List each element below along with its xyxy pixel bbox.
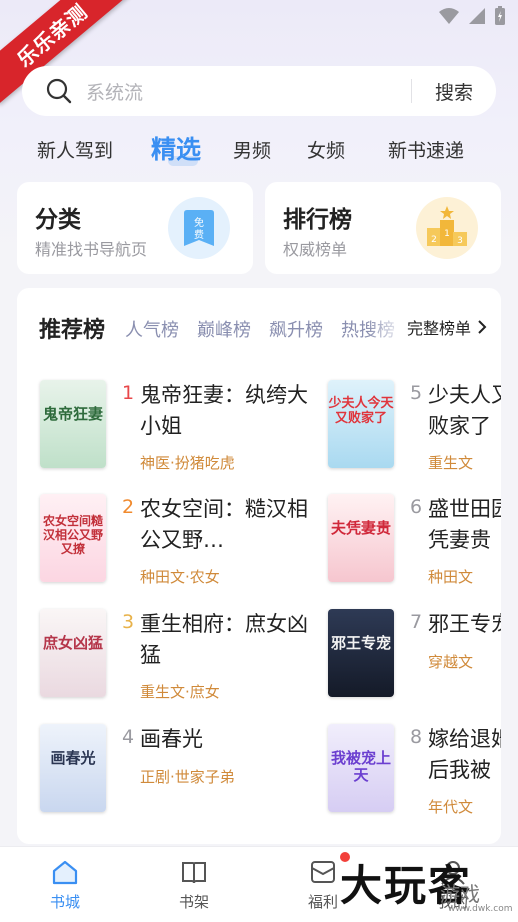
rank-number: 3 (122, 611, 135, 633)
book-title: 盛世田园凭妻贵 (428, 497, 501, 552)
book-item[interactable]: 少夫人今天又败家了 5 少夫人又败家了 重生文 (328, 380, 501, 472)
gift-icon (311, 861, 335, 883)
nav-bookstore[interactable]: 书城 (35, 857, 95, 912)
channel-tabs: 新人驾到 精选 男频 女频 新书速递 (0, 128, 518, 172)
ranking-panel: 推荐榜 人气榜 巅峰榜 飙升榜 热搜榜 完整榜单 鬼帝狂妻 1 鬼帝狂妻：纨绔大… (17, 288, 501, 844)
book-tag: 穿越文 (428, 653, 474, 671)
signal-icon (469, 8, 485, 24)
full-list-link[interactable]: 完整榜单 (401, 310, 501, 344)
book-tag: 正剧·世家子弟 (140, 768, 235, 786)
tab-featured[interactable]: 精选 (151, 130, 201, 166)
ranking-card[interactable]: 排行榜 权威榜单 2 1 3 (265, 182, 501, 274)
watermark-sub: 游戏 (440, 882, 480, 906)
book-title: 嫁给退婚后我被 (428, 727, 501, 782)
book-item[interactable]: 邪王专宠 7 邪王专宠 穿越文 (328, 609, 501, 701)
battery-icon (495, 6, 505, 25)
category-card[interactable]: 分类 精准找书导航页 免 费 (17, 182, 253, 274)
nav-bookstore-label: 书城 (49, 893, 80, 911)
free-book-icon: 免 费 (168, 197, 230, 259)
nav-bookshelf[interactable]: 书架 (164, 857, 224, 912)
rank-tab-popular[interactable]: 人气榜 (125, 316, 179, 342)
chevron-right-icon (478, 320, 487, 334)
category-title: 分类 (35, 207, 81, 233)
rank-number: 5 (410, 382, 423, 404)
ranking-title: 排行榜 (283, 207, 352, 233)
search-icon (46, 78, 72, 104)
ranking-panel-title: 推荐榜 (39, 318, 106, 343)
rank-number: 6 (410, 496, 423, 518)
rank-number: 4 (122, 726, 135, 748)
rank-number: 2 (122, 496, 135, 518)
cover-title: 农女空间糙汉相公又野又撩 (42, 514, 103, 556)
rank-tab-peak[interactable]: 巅峰榜 (197, 316, 251, 342)
full-list-label: 完整榜单 (407, 319, 472, 338)
cover-title: 少夫人今天又败家了 (328, 396, 394, 426)
cover-title: 夫凭妻贵 (330, 519, 391, 537)
svg-text:费: 费 (194, 228, 204, 241)
category-subtitle: 精准找书导航页 (35, 240, 148, 259)
book-tag: 年代文 (428, 798, 474, 816)
status-icons (438, 6, 506, 26)
book-item[interactable]: 我被宠上天 8 嫁给退婚后我被 年代文 (328, 724, 501, 816)
book-cover: 鬼帝狂妻 (40, 380, 106, 468)
cover-title: 鬼帝狂妻 (42, 405, 103, 423)
book-cover: 画春光 (40, 724, 106, 812)
book-item[interactable]: 鬼帝狂妻 1 鬼帝狂妻：纨绔大小姐 神医·扮猪吃虎 (40, 380, 340, 472)
book-title: 少夫人又败家了 (428, 383, 501, 438)
book-tag: 种田文 (428, 568, 474, 586)
book-cover: 我被宠上天 (328, 724, 394, 812)
cover-title: 邪王专宠 (330, 634, 391, 652)
rank-number: 1 (122, 382, 135, 404)
bookshelf-icon (182, 862, 206, 884)
wifi-icon (439, 8, 459, 24)
book-tag: 重生文 (428, 454, 474, 472)
tab-new-books[interactable]: 新书速递 (388, 136, 464, 163)
book-title: 农女空间：糙汉相公又野… (140, 497, 308, 552)
rank-tab-rising[interactable]: 飙升榜 (269, 316, 323, 342)
book-tag: 神医·扮猪吃虎 (140, 454, 235, 472)
svg-text:1: 1 (444, 229, 450, 239)
book-cover: 庶女凶猛 (40, 609, 106, 697)
ranking-subtitle: 权威榜单 (283, 240, 348, 259)
book-item[interactable]: 夫凭妻贵 6 盛世田园凭妻贵 种田文 (328, 494, 501, 586)
book-cover: 少夫人今天又败家了 (328, 380, 394, 468)
rank-number: 7 (410, 611, 423, 633)
watermark-url: www.dwk.com (448, 904, 513, 914)
search-bar[interactable]: 系统流 搜索 (22, 66, 496, 116)
book-title: 重生相府：庶女凶猛 (140, 612, 308, 667)
tab-male[interactable]: 男频 (233, 136, 271, 163)
rank-number: 8 (410, 726, 423, 748)
nav-bookshelf-label: 书架 (178, 893, 209, 911)
book-title: 邪王专宠 (428, 612, 501, 636)
ranking-header: 推荐榜 人气榜 巅峰榜 飙升榜 热搜榜 完整榜单 (17, 310, 501, 344)
tab-female[interactable]: 女频 (307, 136, 345, 163)
svg-text:3: 3 (457, 236, 463, 246)
book-item[interactable]: 庶女凶猛 3 重生相府：庶女凶猛 重生文·庶女 (40, 609, 340, 701)
book-title: 鬼帝狂妻：纨绔大小姐 (140, 383, 308, 438)
cover-title: 庶女凶猛 (42, 634, 103, 652)
svg-text:免: 免 (194, 216, 204, 229)
book-tag: 重生文·庶女 (140, 683, 220, 701)
book-cover: 邪王专宠 (328, 609, 394, 697)
book-title: 画春光 (140, 727, 203, 751)
bookstore-icon (52, 860, 78, 885)
svg-text:2: 2 (431, 235, 437, 245)
tab-newcomer[interactable]: 新人驾到 (37, 136, 113, 163)
book-tag: 种田文·农女 (140, 568, 220, 586)
search-input[interactable]: 系统流 (86, 78, 411, 105)
search-button[interactable]: 搜索 (412, 78, 496, 105)
cover-title: 画春光 (50, 749, 96, 767)
book-cover: 农女空间糙汉相公又野又撩 (40, 494, 106, 582)
book-item[interactable]: 农女空间糙汉相公又野又撩 2 农女空间：糙汉相公又野… 种田文·农女 (40, 494, 340, 586)
book-cover: 夫凭妻贵 (328, 494, 394, 582)
podium-icon: 2 1 3 (416, 197, 478, 259)
book-item[interactable]: 画春光 4 画春光 正剧·世家子弟 (40, 724, 340, 816)
cover-title: 我被宠上天 (330, 749, 391, 784)
